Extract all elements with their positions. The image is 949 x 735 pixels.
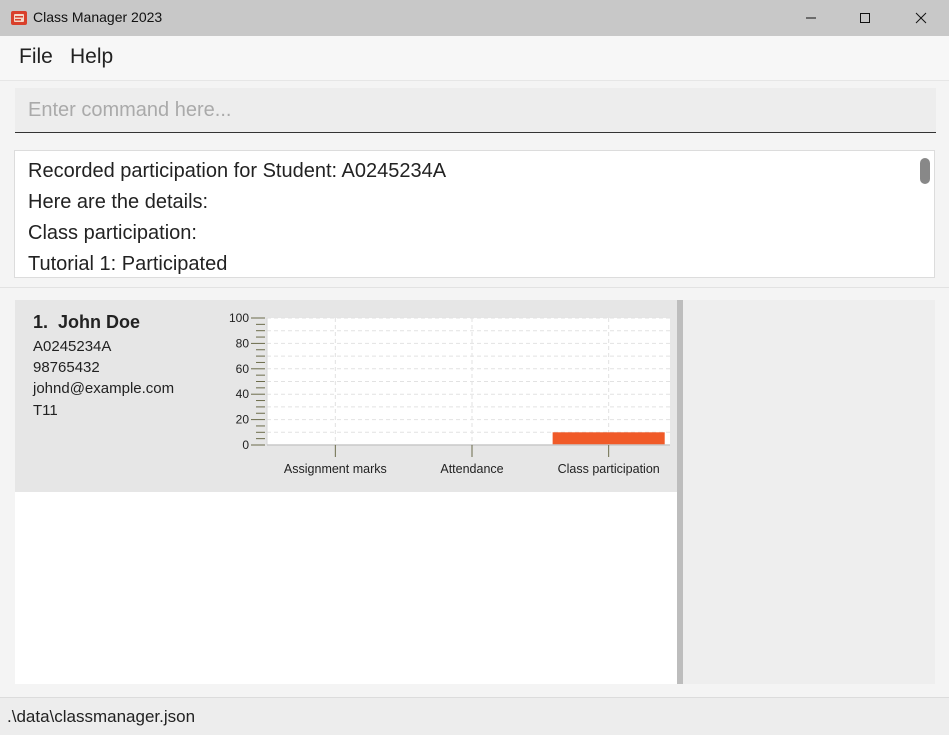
command-box [0,81,949,139]
command-input[interactable] [15,88,936,133]
student-phone: 98765432 [33,359,100,376]
result-display: Recorded participation for Student: A024… [14,150,935,278]
result-scrollbar-thumb[interactable] [920,158,930,184]
chart-x-tick-label: Assignment marks [284,462,387,476]
student-email: johnd@example.com [33,380,175,397]
chart-y-tick-label: 40 [236,387,250,401]
student-number: A0245234A [33,338,112,355]
student-detail-pane [683,300,935,684]
close-button[interactable] [894,0,948,36]
student-card[interactable]: 1. John Doe A0245234A 98765432 johnd@exa… [15,300,677,492]
title-bar: Class Manager 2023 [0,0,949,36]
app-logo-icon [11,11,27,25]
menu-bar: File Help [0,36,949,81]
result-line: Class participation: [28,222,197,244]
chart-x-tick-label: Attendance [440,462,503,476]
close-icon [915,12,927,24]
minimize-icon [806,17,816,19]
result-line: Recorded participation for Student: A024… [28,160,447,182]
result-line: Here are the details: [28,191,209,213]
chart-y-tick-label: 20 [236,413,250,427]
grade-bar-chart: 0 20 40 60 80 100 Assignment marks Attendance Cl… [229,311,670,476]
menu-file[interactable]: File [19,45,53,69]
maximize-icon [860,13,870,23]
student-name-line: 1. John Doe [33,312,140,333]
maximize-button[interactable] [838,0,892,36]
chart-y-tick-label: 100 [229,311,249,325]
student-class-number: T11 [33,402,58,419]
chart-bar [552,432,665,445]
chart-y-tick-label: 60 [236,362,250,376]
data-file-path: .\data\classmanager.json [7,707,196,726]
menu-help[interactable]: Help [70,45,113,69]
chart-x-tick-label: Class participation [558,462,660,476]
chart-plot-area [267,318,670,445]
student-name: John Doe [58,312,141,332]
status-bar: .\data\classmanager.json [0,697,949,735]
student-index: 1. [33,312,49,332]
window-title: Class Manager 2023 [33,9,163,25]
result-line: Tutorial 1: Participated [28,253,228,275]
minimize-button[interactable] [784,0,838,36]
chart-y-tick-label: 80 [236,336,250,350]
chart-y-tick-label: 0 [242,438,249,452]
